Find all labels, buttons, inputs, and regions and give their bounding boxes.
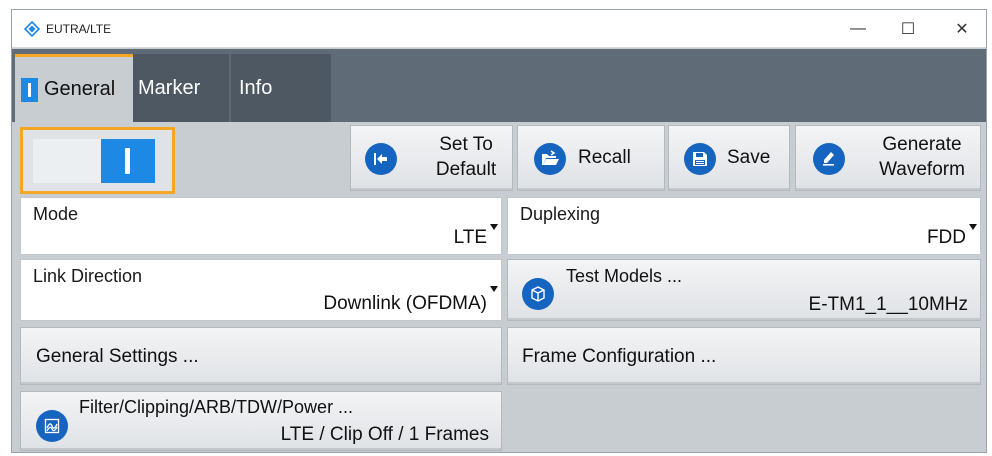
- filter-clipping-label: Filter/Clipping/ARB/TDW/Power ...: [79, 397, 354, 417]
- tab-info-label: Info: [239, 76, 273, 99]
- mode-select[interactable]: Mode LTE: [20, 197, 502, 255]
- generate-line2: Waveform: [879, 159, 965, 180]
- chevron-down-icon: [490, 224, 498, 230]
- window-title: EUTRA/LTE: [46, 22, 112, 36]
- tab-bar: General Marker Info: [12, 49, 986, 122]
- toggle-off-segment: [33, 139, 101, 183]
- recall-label: Recall: [578, 147, 631, 168]
- general-settings-label: General Settings ...: [36, 346, 199, 367]
- save-button[interactable]: Save: [668, 125, 790, 191]
- frame-configuration-label: Frame Configuration ...: [522, 346, 717, 367]
- close-button[interactable]: ✕: [942, 16, 982, 42]
- link-direction-value: Downlink (OFDMA): [323, 293, 487, 314]
- on-indicator-icon: [21, 77, 38, 102]
- maximize-button[interactable]: ☐: [888, 16, 928, 42]
- tab-general-label: General: [44, 78, 116, 100]
- duplexing-label: Duplexing: [520, 204, 601, 224]
- general-settings-button[interactable]: General Settings ...: [20, 327, 502, 385]
- filter-icon: [36, 410, 68, 442]
- general-panel: Set To Default Recall Save Generate Wave…: [12, 122, 986, 454]
- link-direction-select[interactable]: Link Direction Downlink (OFDMA): [20, 259, 502, 321]
- chevron-down-icon: [490, 286, 498, 292]
- minimize-button[interactable]: —: [838, 16, 878, 42]
- rs-diamond-icon: [24, 21, 40, 37]
- pen-icon: [813, 143, 845, 175]
- link-direction-label: Link Direction: [33, 266, 143, 286]
- cube-icon: [522, 278, 554, 310]
- mode-value: LTE: [453, 227, 487, 248]
- maximize-icon: ☐: [900, 21, 916, 38]
- filter-clipping-button[interactable]: Filter/Clipping/ARB/TDW/Power ... LTE / …: [20, 391, 502, 451]
- generate-waveform-button[interactable]: Generate Waveform: [795, 125, 981, 191]
- generate-line1: Generate: [882, 134, 962, 155]
- close-icon: ✕: [955, 21, 969, 38]
- save-label: Save: [727, 147, 771, 168]
- set-to-default-line2: Default: [435, 159, 497, 180]
- arrow-left-icon: [365, 143, 397, 175]
- tab-marker[interactable]: Marker: [133, 54, 229, 122]
- set-to-default-line1: Set To: [439, 134, 493, 155]
- tab-marker-label: Marker: [138, 76, 201, 99]
- test-models-label: Test Models ...: [566, 266, 683, 286]
- app-window: EUTRA/LTE — ☐ ✕ General Marker Info Set …: [11, 9, 987, 453]
- state-toggle[interactable]: [20, 127, 175, 194]
- tab-general[interactable]: General: [15, 54, 133, 122]
- recall-button[interactable]: Recall: [517, 125, 665, 191]
- minimize-icon: —: [850, 20, 866, 37]
- floppy-disk-icon: [684, 143, 716, 175]
- tab-info[interactable]: Info: [231, 54, 331, 122]
- test-models-button[interactable]: Test Models ... E-TM1_1__10MHz: [507, 259, 981, 321]
- duplexing-select[interactable]: Duplexing FDD: [507, 197, 981, 255]
- chevron-down-icon: [969, 224, 977, 230]
- filter-clipping-value: LTE / Clip Off / 1 Frames: [280, 424, 489, 445]
- frame-configuration-button[interactable]: Frame Configuration ...: [507, 327, 981, 385]
- toggle-on-segment: [101, 139, 155, 183]
- duplexing-value: FDD: [926, 227, 966, 248]
- set-to-default-button[interactable]: Set To Default: [350, 125, 513, 191]
- test-models-value: E-TM1_1__10MHz: [808, 294, 968, 315]
- folder-open-icon: [534, 143, 566, 175]
- title-bar: EUTRA/LTE — ☐ ✕: [12, 10, 986, 48]
- mode-label: Mode: [33, 204, 79, 224]
